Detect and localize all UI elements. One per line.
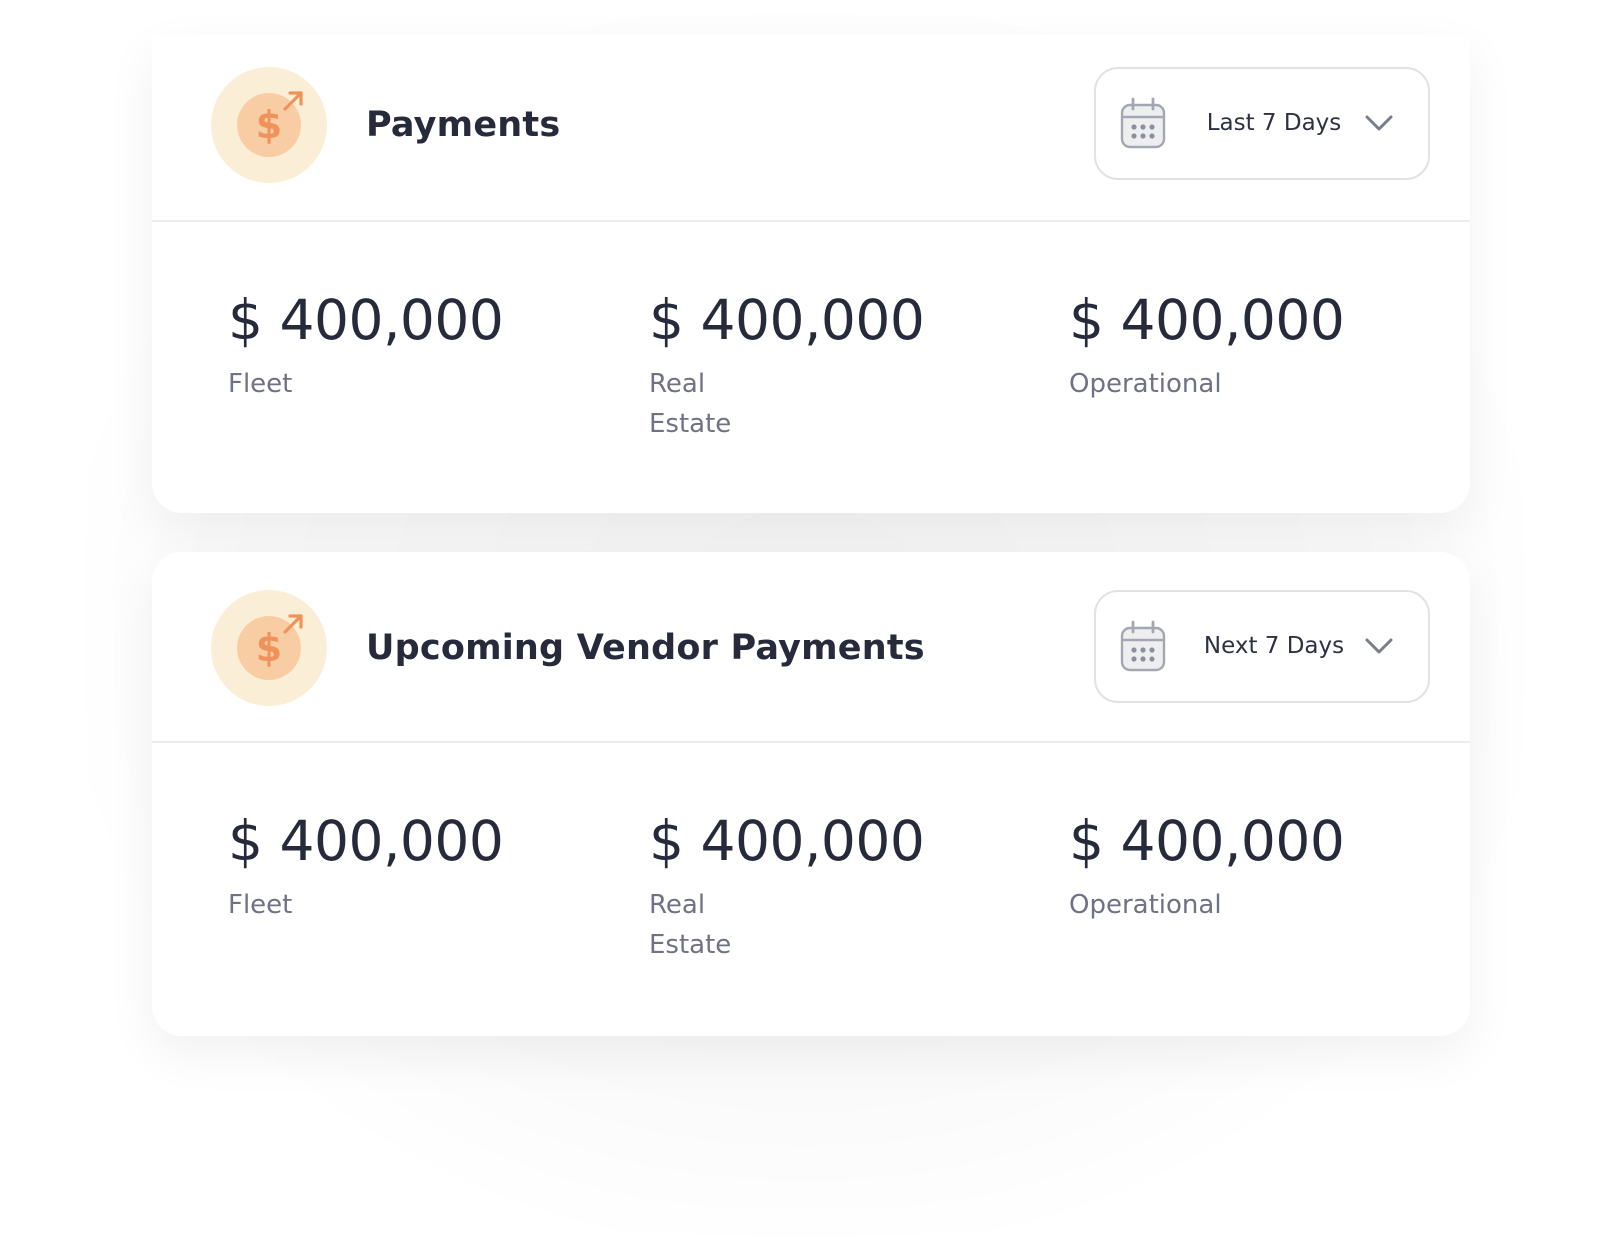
payments-icon-badge: $ [211, 67, 327, 183]
upcoming-vendor-payments-card: $ Upcoming Vendor Payments Next 7 Days $… [152, 552, 1470, 1036]
card-header: $ Payments Last 7 Days [152, 35, 1470, 222]
stat-operational: $ 400,000 Operational [1069, 807, 1449, 925]
stats-row: $ 400,000 Fleet $ 400,000 Real Estate $ … [152, 222, 1470, 512]
up-right-arrow-icon [283, 91, 303, 111]
stats-row: $ 400,000 Fleet $ 400,000 Real Estate $ … [152, 743, 1470, 1033]
stat-amount: $ 400,000 [649, 288, 925, 352]
payments-card: $ Payments Last 7 Days $ 400,000 Fleet $… [152, 35, 1470, 513]
stat-label: Fleet [228, 890, 293, 920]
stat-real-estate: $ 400,000 Real Estate [649, 286, 1029, 444]
card-title: Upcoming Vendor Payments [366, 628, 925, 668]
stat-operational: $ 400,000 Operational [1069, 286, 1449, 404]
date-range-select[interactable]: Last 7 Days [1094, 67, 1430, 180]
stat-amount: $ 400,000 [1069, 809, 1345, 873]
dashboard-stage: $ Payments Last 7 Days $ 400,000 Fleet $… [0, 0, 1606, 1247]
stat-label: Operational [1069, 890, 1222, 920]
stat-amount: $ 400,000 [228, 288, 504, 352]
date-range-label: Next 7 Days [1203, 633, 1345, 659]
date-range-label: Last 7 Days [1206, 110, 1342, 136]
stat-amount: $ 400,000 [649, 809, 925, 873]
stat-fleet: $ 400,000 Fleet [228, 286, 608, 404]
stat-label: Real Estate [649, 369, 732, 439]
calendar-icon [1120, 620, 1166, 672]
payments-icon-badge: $ [211, 590, 327, 706]
stat-label: Operational [1069, 369, 1222, 399]
stat-fleet: $ 400,000 Fleet [228, 807, 608, 925]
stat-label: Fleet [228, 369, 293, 399]
stat-amount: $ 400,000 [228, 809, 504, 873]
stat-amount: $ 400,000 [1069, 288, 1345, 352]
chevron-down-icon [1365, 115, 1393, 131]
chevron-down-icon [1365, 638, 1393, 654]
calendar-icon [1120, 97, 1166, 149]
stat-label: Real Estate [649, 890, 732, 960]
date-range-select[interactable]: Next 7 Days [1094, 590, 1430, 703]
up-right-arrow-icon [283, 614, 303, 634]
stat-real-estate: $ 400,000 Real Estate [649, 807, 1029, 965]
card-header: $ Upcoming Vendor Payments Next 7 Days [152, 552, 1470, 743]
card-title: Payments [366, 105, 561, 145]
